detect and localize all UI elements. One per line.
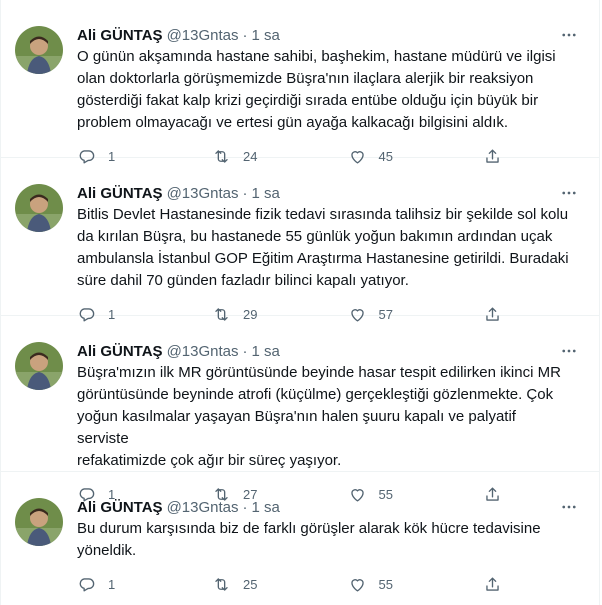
like-count: 55 [378,576,393,592]
avatar[interactable] [15,342,63,390]
tweet-body: Ali GÜNTAŞ @13Gntas · 1 sa Büşra'mızın i… [77,316,585,502]
tweet-text: Bitlis Devlet Hastanesinde fizik tedavi … [77,206,569,289]
retweet-icon [215,577,228,591]
reply-button[interactable]: 1 [77,575,122,594]
timestamp[interactable]: 1 sa [252,499,280,516]
author-handle[interactable]: @13Gntas [167,27,239,44]
reply-icon [79,577,95,592]
tweet[interactable]: Ali GÜNTAŞ @13Gntas · 1 sa O günün akşam… [1,0,599,164]
tweet-header: Ali GÜNTAŞ @13Gntas · 1 sa [77,497,585,517]
more-horizontal-icon [562,33,576,37]
tweet-text: Büşra'mızın ilk MR görüntüsünde beyinde … [77,364,561,469]
tweet-body: Ali GÜNTAŞ @13Gntas · 1 sa O günün akşam… [77,0,585,164]
avatar[interactable] [15,498,63,546]
more-horizontal-icon [562,349,576,353]
share-button[interactable] [483,575,502,594]
reply-count: 1 [108,576,116,592]
retweet-button[interactable]: 25 [212,575,257,594]
more-options-button[interactable] [555,179,583,207]
author-name[interactable]: Ali GÜNTAŞ [77,343,163,360]
retweet-count: 25 [243,576,258,592]
author-name[interactable]: Ali GÜNTAŞ [77,27,163,44]
author-handle[interactable]: @13Gntas [167,343,239,360]
more-options-button[interactable] [555,337,583,365]
more-horizontal-icon [562,191,576,195]
separator-dot: · [242,184,248,202]
separator-dot: · [242,26,248,44]
avatar-column [15,0,77,157]
tweet-text: Bu durum karşısında biz de farklı görüşl… [77,520,541,559]
avatar-column [15,158,77,315]
author-handle[interactable]: @13Gntas [167,185,239,202]
tweet-text: O günün akşamında hastane sahibi, başhek… [77,48,556,131]
heart-icon [350,578,364,592]
tweet[interactable]: Ali GÜNTAŞ @13Gntas · 1 sa Bitlis Devlet… [1,158,599,322]
avatar-column [15,316,77,471]
tweet-actions: 1 25 55 [77,574,502,594]
author-name[interactable]: Ali GÜNTAŞ [77,185,163,202]
author-name[interactable]: Ali GÜNTAŞ [77,499,163,516]
timestamp[interactable]: 1 sa [252,27,280,44]
separator-dot: · [242,498,248,516]
share-icon [486,576,499,591]
separator-dot: · [242,342,248,360]
avatar-column [15,472,77,605]
avatar[interactable] [15,184,63,232]
tweet[interactable]: Ali GÜNTAŞ @13Gntas · 1 sa Büşra'mızın i… [1,316,599,502]
timestamp[interactable]: 1 sa [252,343,280,360]
author-handle[interactable]: @13Gntas [167,499,239,516]
timestamp[interactable]: 1 sa [252,185,280,202]
more-options-button[interactable] [555,21,583,49]
more-horizontal-icon [562,505,576,509]
like-button[interactable]: 55 [348,575,393,594]
tweet-header: Ali GÜNTAŞ @13Gntas · 1 sa [77,341,585,361]
tweet[interactable]: Ali GÜNTAŞ @13Gntas · 1 sa Bu durum karş… [1,472,599,605]
tweet-body: Ali GÜNTAŞ @13Gntas · 1 sa Bu durum karş… [77,472,585,605]
tweet-header: Ali GÜNTAŞ @13Gntas · 1 sa [77,183,585,203]
tweet-feed: Ali GÜNTAŞ @13Gntas · 1 sa O günün akşam… [0,0,600,605]
tweet-header: Ali GÜNTAŞ @13Gntas · 1 sa [77,25,585,45]
more-options-button[interactable] [555,493,583,521]
tweet-body: Ali GÜNTAŞ @13Gntas · 1 sa Bitlis Devlet… [77,158,585,322]
avatar[interactable] [15,26,63,74]
